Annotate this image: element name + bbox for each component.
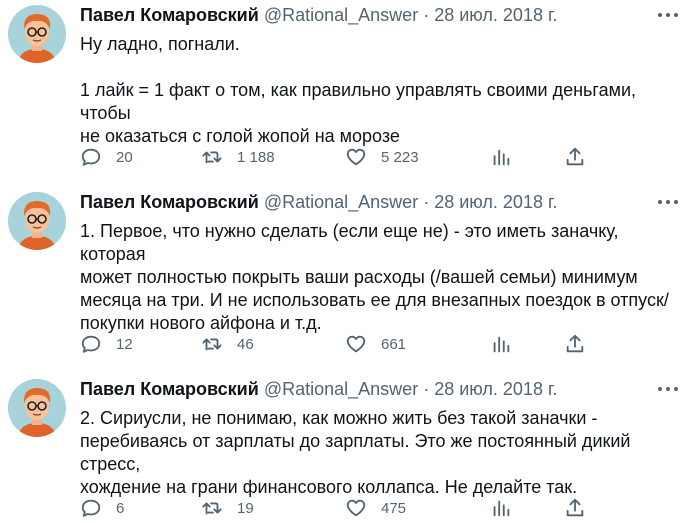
more-icon[interactable] [658,199,678,205]
share-button[interactable] [564,145,586,169]
retweet-icon [202,151,222,164]
share-button[interactable] [564,496,586,520]
views-button[interactable] [490,496,512,520]
tweet-header: Павел Комаровский @Rational_Answer · 28 … [80,377,557,401]
tweet-date[interactable]: 28 июл. 2018 г. [434,5,557,25]
retweet-button[interactable]: 46 [201,332,254,356]
reply-button[interactable]: 6 [80,496,124,520]
tweet-text: 2. Сириусли, не понимаю, как можно жить … [80,407,680,499]
author-name[interactable]: Павел Комаровский [80,379,259,399]
reply-icon [81,148,101,166]
tweet-text-line: месяца на три. И не использовать ее для … [80,290,669,310]
author-handle[interactable]: @Rational_Answer [264,379,418,399]
author-name[interactable]: Павел Комаровский [80,192,259,212]
share-button[interactable] [564,332,586,356]
avatar-illustration-icon [8,192,66,250]
reply-button[interactable]: 12 [80,332,133,356]
analytics-icon [493,336,510,353]
author-handle[interactable]: @Rational_Answer [264,5,418,25]
share-icon [566,334,584,353]
views-button[interactable] [490,145,512,169]
like-button[interactable]: 5 223 [345,145,419,169]
tweet-text-line: Ну ладно, погнали. [80,34,240,54]
heart-icon [346,148,366,166]
like-count: 661 [381,335,407,353]
analytics-icon [493,500,510,517]
tweet-text: Ну ладно, погнали. 1 лайк = 1 факт о том… [80,33,680,148]
like-count: 5 223 [381,148,419,166]
tweet-text-line: может полностью покрыть ваши расходы (/в… [80,267,638,287]
reply-icon [81,499,101,517]
more-icon[interactable] [658,12,678,18]
tweet-header: Павел Комаровский @Rational_Answer · 28 … [80,190,557,214]
avatar[interactable] [8,5,66,63]
retweet-count: 1 188 [237,148,275,166]
reply-count: 12 [116,335,133,353]
avatar[interactable] [8,379,66,437]
tweet-date[interactable]: 28 июл. 2018 г. [434,379,557,399]
like-button[interactable]: 475 [345,496,406,520]
analytics-icon [493,149,510,166]
separator: · [423,192,430,212]
heart-icon [346,499,366,517]
tweet-thread: Павел Комаровский @Rational_Answer · 28 … [0,0,700,523]
separator: · [423,379,430,399]
like-count: 475 [381,499,407,517]
share-icon [566,147,584,166]
views-button[interactable] [490,332,512,356]
tweet-text-line: перебиваясь от зарплаты до зарплаты. Это… [80,431,631,474]
author-handle[interactable]: @Rational_Answer [264,192,418,212]
retweet-icon [202,338,222,351]
tweet-actions: 20 1 188 5 223 [80,145,600,169]
tweet-text-line: 1 лайк = 1 факт о том, как правильно упр… [80,80,637,123]
reply-count: 6 [116,499,125,517]
heart-icon [346,335,366,353]
tweet-text: 1. Первое, что нужно сделать (если еще н… [80,220,680,335]
avatar-illustration-icon [8,5,66,63]
tweet-header: Павел Комаровский @Rational_Answer · 28 … [80,3,557,27]
more-icon[interactable] [658,386,678,392]
author-name[interactable]: Павел Комаровский [80,5,259,25]
reply-button[interactable]: 20 [80,145,133,169]
tweet-actions: 6 19 475 [80,496,600,520]
reply-count: 20 [116,148,133,166]
retweet-icon [202,502,222,515]
tweet-text-line: 1. Первое, что нужно сделать (если еще н… [80,221,619,264]
retweet-button[interactable]: 1 188 [201,145,275,169]
tweet-date[interactable]: 28 июл. 2018 г. [434,192,557,212]
separator: · [423,5,430,25]
like-button[interactable]: 661 [345,332,406,356]
reply-icon [81,335,101,353]
retweet-button[interactable]: 19 [201,496,254,520]
retweet-count: 46 [237,335,254,353]
retweet-count: 19 [237,499,254,517]
tweet-actions: 12 46 661 [80,332,600,356]
avatar-illustration-icon [8,379,66,437]
share-icon [566,498,584,517]
avatar[interactable] [8,192,66,250]
tweet-text-line [80,56,680,79]
tweet-text-line: 2. Сириусли, не понимаю, как можно жить … [80,408,598,428]
